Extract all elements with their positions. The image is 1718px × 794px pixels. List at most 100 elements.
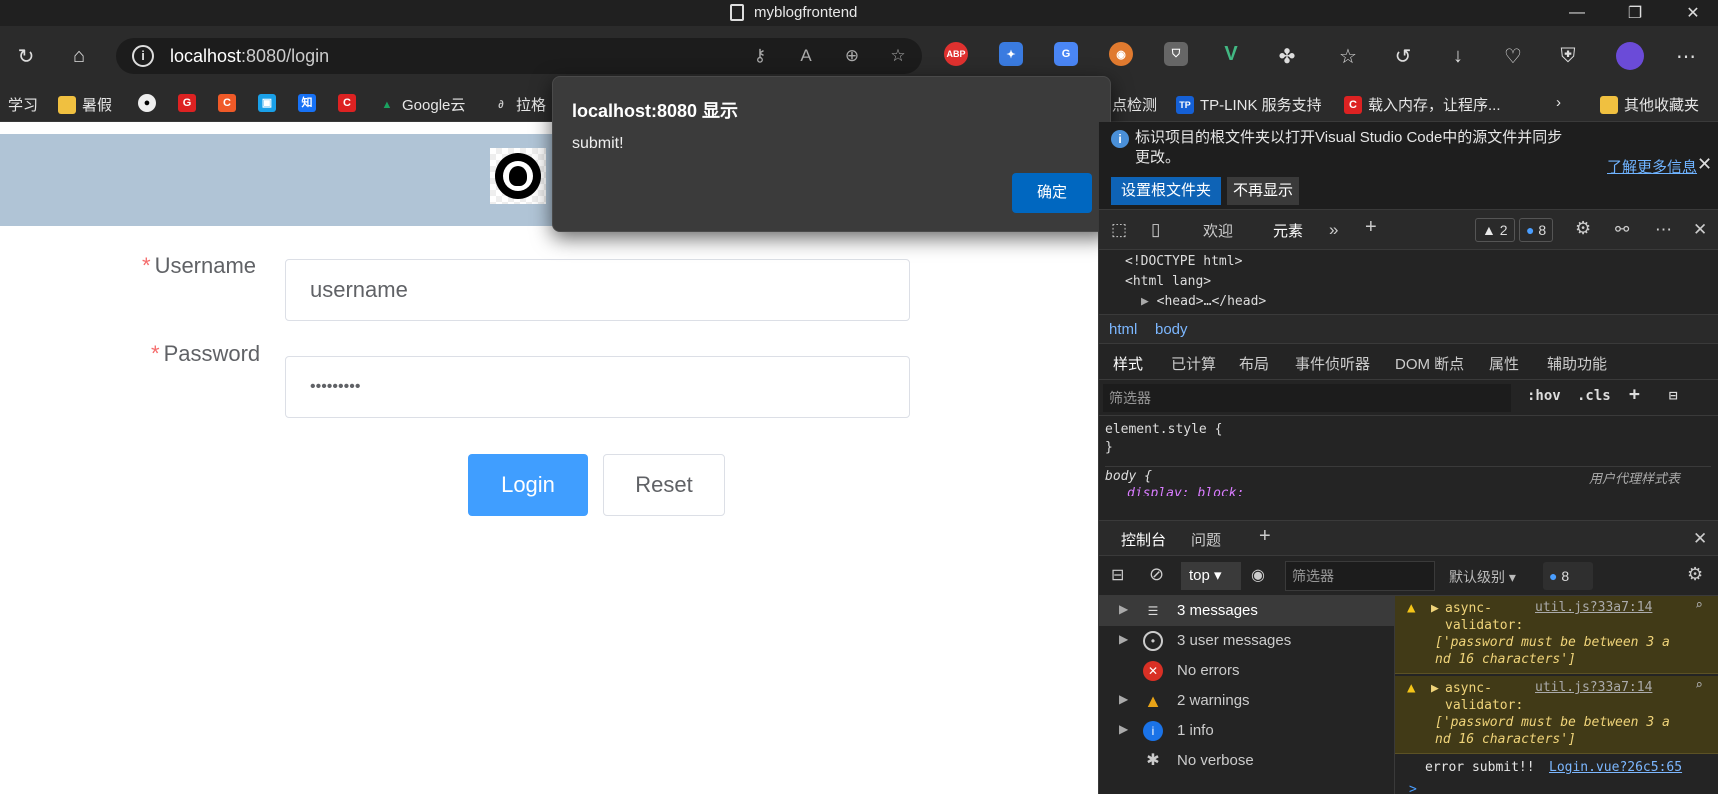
console-settings-gear-icon[interactable]: ⚙ [1687,564,1703,585]
username-input[interactable]: username [285,259,910,321]
settings-gear-icon[interactable]: ⚙ [1575,218,1591,239]
dont-show-button[interactable]: 不再显示 [1227,177,1299,205]
bookmark-zhihu[interactable]: 知 [298,94,316,112]
more-menu-icon[interactable]: ⋯ [1670,40,1702,72]
more-options-icon[interactable]: ⋯ [1655,220,1672,240]
downloads-icon[interactable]: ↓ [1442,40,1474,72]
tab-computed[interactable]: 已计算 [1171,353,1216,374]
site-info-icon[interactable]: i [132,45,154,67]
dom-head[interactable]: ▶ <head>…</head> [1141,294,1266,309]
bookmark-other-favorites[interactable]: 其他收藏夹 [1600,94,1699,115]
close-drawer-icon[interactable]: ✕ [1693,529,1707,549]
refresh-icon[interactable]: ↻ [10,40,42,72]
read-aloud-icon[interactable]: A [794,44,818,68]
bookmark-summer[interactable]: 暑假 [58,94,112,115]
bookmark-tplink[interactable]: TP TP-LINK 服务支持 [1176,94,1322,115]
styles-filter-input[interactable]: 筛选器 [1103,384,1511,412]
tab-welcome[interactable]: 欢迎 [1203,220,1233,241]
warning-source-link[interactable]: util.js?33a7:14 [1535,680,1652,695]
vue-extension-icon[interactable]: V [1219,42,1243,66]
extensions-icon[interactable]: ✤ [1271,40,1303,72]
element-style-rule[interactable]: element.style { [1105,422,1222,437]
inspect-icon[interactable]: ⬚ [1111,220,1127,240]
crumb-html[interactable]: html [1109,321,1137,338]
sidebar-item-warnings[interactable]: ▶ ▲ 2 warnings [1099,686,1395,716]
learn-more-link[interactable]: 了解更多信息 [1607,156,1697,177]
tab-properties[interactable]: 属性 [1489,353,1519,374]
favorites-icon[interactable]: ☆ [1332,40,1364,72]
device-toolbar-icon[interactable]: ▯ [1151,220,1160,240]
console-warning[interactable]: ▲ ▶ async- validator: util.js?33a7:14 ⌕ … [1395,596,1718,674]
tab-styles[interactable]: 样式 [1102,353,1154,385]
bookmark-g[interactable]: G [178,94,196,112]
login-button[interactable]: Login [468,454,588,516]
sidebar-item-verbose[interactable]: ✱ No verbose [1099,746,1395,776]
search-icon[interactable]: ⌕ [1695,678,1703,693]
search-icon[interactable]: ⌕ [1695,598,1703,613]
restore-button[interactable]: ❐ [1610,0,1660,26]
abp-extension-icon[interactable]: ABP [944,42,968,66]
crumb-body[interactable]: body [1155,321,1188,338]
more-tabs-icon[interactable]: » [1329,220,1338,240]
warnings-badge[interactable]: ▲ 2 [1475,218,1515,242]
live-expression-eye-icon[interactable]: ◉ [1251,565,1265,585]
console-log-line[interactable]: error submit!! Login.vue?26c5:65 [1395,756,1718,782]
profile-avatar[interactable] [1614,40,1646,72]
bookmark-detect[interactable]: 点检测 [1112,94,1157,115]
toggle-sidebar-icon[interactable]: ⊟ [1669,388,1677,404]
bookmark-lage[interactable]: ∂ 拉格 [492,94,546,115]
hov-button[interactable]: :hov [1527,388,1561,404]
home-icon[interactable]: ⌂ [63,40,95,72]
messages-badge[interactable]: ● 8 [1519,218,1554,242]
bookmark-github[interactable]: ● [138,94,156,112]
bookmark-study[interactable]: 学习 [8,94,38,115]
key-icon[interactable]: ⚷ [748,44,772,68]
zoom-icon[interactable]: ⊕ [840,44,864,68]
add-drawer-tab-icon[interactable]: + [1259,525,1271,548]
add-tab-icon[interactable]: + [1365,216,1377,239]
performance-icon[interactable]: ♡ [1497,40,1529,72]
console-filter-input[interactable]: 筛选器 [1285,561,1435,591]
favorite-add-icon[interactable]: ☆ [886,44,910,68]
tab-event-listeners[interactable]: 事件侦听器 [1295,353,1370,374]
tab-console[interactable]: 控制台 [1112,529,1175,560]
context-select[interactable]: top ▾ [1181,562,1241,590]
warning-source-link[interactable]: util.js?33a7:14 [1535,600,1652,615]
tab-dom-breakpoints[interactable]: DOM 断点 [1395,353,1464,374]
sidebar-item-errors[interactable]: ✕ No errors [1099,656,1395,686]
close-devtools-icon[interactable]: ✕ [1693,220,1707,240]
console-prompt[interactable]: > [1409,782,1417,794]
sidebar-item-info[interactable]: ▶ i 1 info [1099,716,1395,746]
clear-console-icon[interactable]: ⊘ [1149,564,1164,585]
tab-issues[interactable]: 问题 [1191,529,1221,550]
sidebar-item-user-messages[interactable]: ▶ • 3 user messages [1099,626,1395,656]
console-warning[interactable]: ▲ ▶ async- validator: util.js?33a7:14 ⌕ … [1395,676,1718,754]
connect-icon[interactable]: ⚯ [1615,220,1629,240]
history-icon[interactable]: ↺ [1387,40,1419,72]
bookmark-c1[interactable]: C [218,94,236,112]
bookmark-c2[interactable]: C [338,94,356,112]
bookmark-google-cloud[interactable]: ▲ Google云 [378,94,466,115]
tab-elements[interactable]: 元素 [1262,220,1314,253]
github-logo[interactable] [490,148,546,204]
bookmarks-more-icon[interactable]: › [1556,94,1561,111]
close-window-button[interactable]: ✕ [1668,0,1718,26]
tab-accessibility[interactable]: 辅助功能 [1547,353,1607,374]
reset-button[interactable]: Reset [603,454,725,516]
bookmark-bilibili[interactable]: ▣ [258,94,276,112]
cls-button[interactable]: .cls [1577,388,1611,404]
shield-extension-icon[interactable]: ⛉ [1164,42,1188,66]
browser-essentials-icon[interactable]: ⛨ [1552,40,1584,72]
minimize-button[interactable]: — [1552,0,1602,26]
tab-layout[interactable]: 布局 [1239,353,1269,374]
bird-extension-icon[interactable]: ✦ [999,42,1023,66]
sidebar-item-messages[interactable]: ▶ ☰ 3 messages [1099,596,1395,626]
dom-html[interactable]: <html lang> [1125,274,1211,289]
dialog-ok-button[interactable]: 确定 [1012,173,1092,213]
dom-doctype[interactable]: <!DOCTYPE html> [1125,254,1242,269]
fox-extension-icon[interactable]: ◉ [1109,42,1133,66]
bookmark-memory[interactable]: C 载入内存，让程序... [1344,94,1501,115]
log-source-link[interactable]: Login.vue?26c5:65 [1549,760,1682,775]
password-input[interactable]: ••••••••• [285,356,910,418]
url-text[interactable]: localhost:8080/login [170,46,329,67]
